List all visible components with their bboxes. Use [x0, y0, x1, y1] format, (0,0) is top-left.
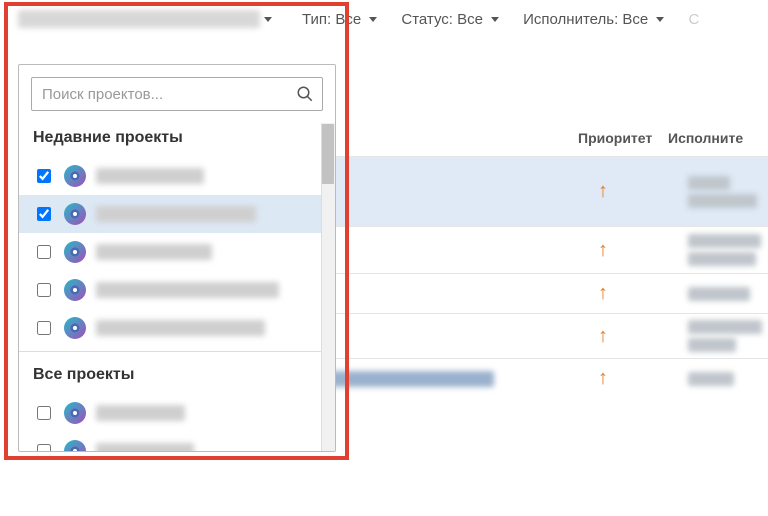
project-icon: [64, 279, 86, 301]
chevron-down-icon: [656, 17, 664, 22]
project-item[interactable]: [19, 271, 321, 309]
project-dropdown: Недавние проекты Все проекты: [18, 64, 336, 452]
project-label: [96, 405, 185, 421]
project-item[interactable]: [19, 309, 321, 347]
executor-cell: [688, 234, 768, 266]
project-search[interactable]: [31, 77, 323, 111]
col-priority[interactable]: Приоритет: [578, 130, 668, 146]
filter-more[interactable]: C: [688, 11, 699, 28]
scrollbar[interactable]: [321, 123, 335, 451]
project-item[interactable]: [19, 195, 321, 233]
project-checkbox[interactable]: [37, 444, 51, 451]
project-icon: [64, 241, 86, 263]
search-icon: [296, 85, 314, 103]
project-checkbox[interactable]: [37, 283, 51, 297]
priority-arrow-icon: ↑: [598, 239, 688, 262]
project-checkbox[interactable]: [37, 169, 51, 183]
filter-type[interactable]: Тип: Все: [302, 11, 377, 28]
priority-arrow-icon: ↑: [598, 282, 688, 305]
priority-arrow-icon: ↑: [598, 367, 688, 390]
filter-status[interactable]: Статус: Все: [401, 11, 499, 28]
executor-cell: [688, 287, 768, 301]
filter-bar: Тип: Все Статус: Все Исполнитель: Все C: [0, 0, 768, 38]
project-icon: [64, 402, 86, 424]
project-item[interactable]: [19, 432, 321, 451]
filter-type-label: Тип: Все: [302, 11, 361, 28]
project-icon: [64, 317, 86, 339]
executor-cell: [688, 176, 768, 208]
project-icon: [64, 165, 86, 187]
project-label: [96, 320, 265, 336]
project-label: [96, 443, 194, 451]
priority-arrow-icon: ↑: [598, 325, 688, 348]
chevron-down-icon: [491, 17, 499, 22]
col-executor[interactable]: Исполните: [668, 130, 768, 146]
project-icon: [64, 203, 86, 225]
filter-executor[interactable]: Исполнитель: Все: [523, 11, 664, 28]
section-header: Недавние проекты: [19, 123, 321, 157]
project-search-input[interactable]: [40, 85, 296, 104]
project-checkbox[interactable]: [37, 245, 51, 259]
section-header: Все проекты: [19, 360, 321, 394]
project-item[interactable]: [19, 394, 321, 432]
priority-arrow-icon: ↑: [598, 180, 688, 203]
project-item[interactable]: [19, 233, 321, 271]
project-label: [96, 168, 204, 184]
scrollbar-thumb[interactable]: [322, 124, 334, 184]
project-list: Недавние проекты Все проекты: [19, 123, 335, 451]
filter-status-label: Статус: Все: [401, 11, 483, 28]
filter-executor-label: Исполнитель: Все: [523, 11, 648, 28]
chevron-down-icon: [369, 17, 377, 22]
project-label: [96, 206, 256, 222]
project-checkbox[interactable]: [37, 207, 51, 221]
project-checkbox[interactable]: [37, 321, 51, 335]
project-label: [96, 282, 279, 298]
project-selector[interactable]: [18, 10, 278, 28]
project-selector-label: [18, 10, 260, 28]
project-icon: [64, 440, 86, 451]
project-item[interactable]: [19, 157, 321, 195]
executor-cell: [688, 320, 768, 352]
project-label: [96, 244, 212, 260]
executor-cell: [688, 372, 768, 386]
chevron-down-icon: [264, 17, 272, 22]
project-checkbox[interactable]: [37, 406, 51, 420]
